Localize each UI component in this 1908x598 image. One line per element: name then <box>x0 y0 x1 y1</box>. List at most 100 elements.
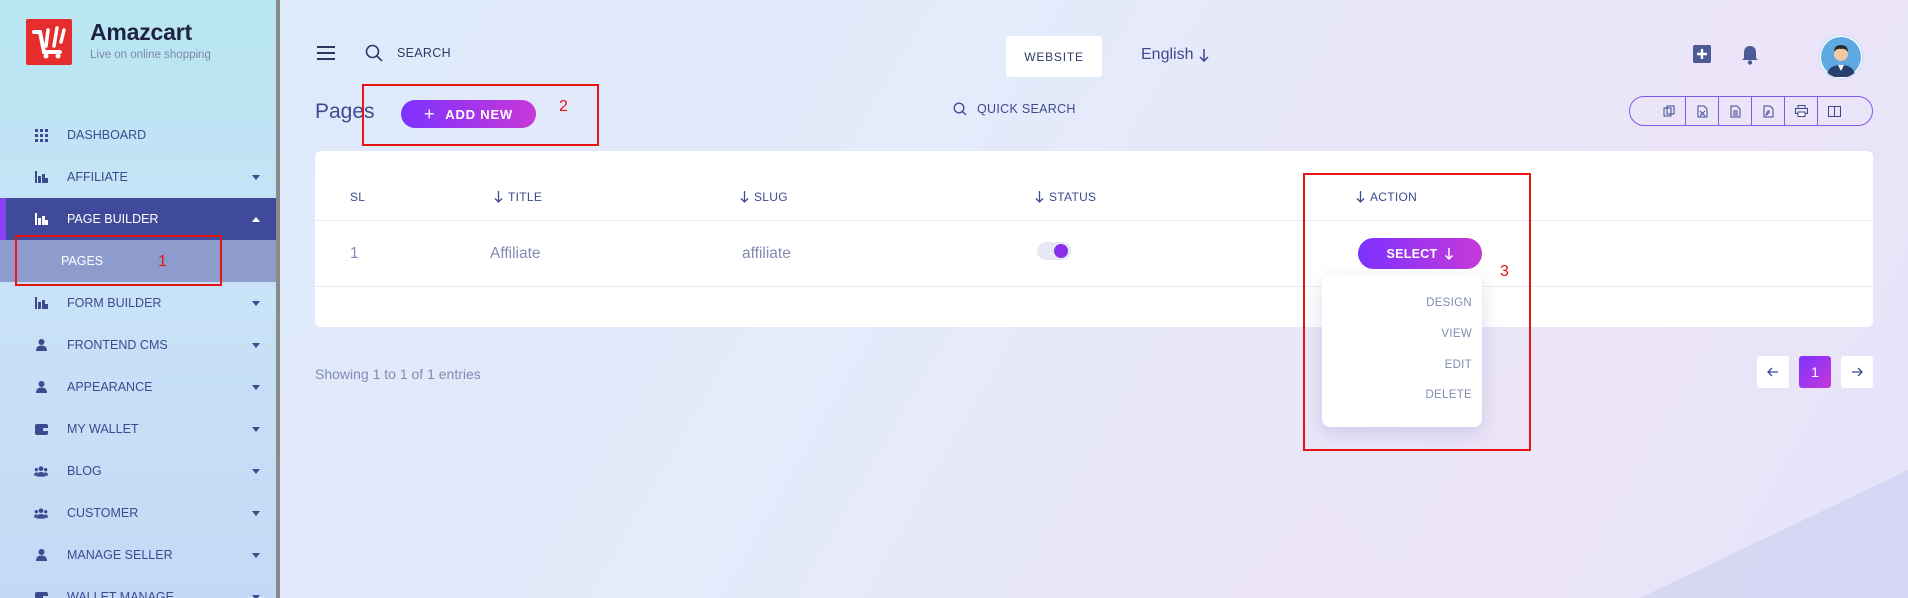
sidebar-item-label: BLOG <box>67 464 102 478</box>
csv-icon[interactable] <box>1718 97 1751 125</box>
caret-down-icon <box>252 511 260 516</box>
brand-name: Amazcart <box>90 19 192 45</box>
caret-down-icon <box>252 343 260 348</box>
language-label: English <box>1141 46 1194 63</box>
user-icon <box>34 548 48 562</box>
pagination-next-button[interactable] <box>1841 356 1873 388</box>
status-toggle[interactable] <box>1037 242 1071 260</box>
search-icon <box>953 102 967 116</box>
amazcart-logo <box>26 19 72 65</box>
caret-down-icon <box>252 469 260 474</box>
sidebar-item-blog[interactable]: BLOG <box>0 450 276 492</box>
column-header-slug[interactable]: SLUG <box>740 190 788 204</box>
sidebar-item-label: DASHBOARD <box>67 128 147 142</box>
quick-search-label: QUICK SEARCH <box>977 102 1076 116</box>
annotation-number-3: 3 <box>1500 263 1509 280</box>
sidebar-item-label: APPEARANCE <box>67 380 153 394</box>
sidebar-item-affiliate[interactable]: AFFILIATE <box>0 156 276 198</box>
sort-arrow-icon <box>494 191 503 203</box>
caret-down-icon <box>252 301 260 306</box>
sidebar-item-my-wallet[interactable]: MY WALLET <box>0 408 276 450</box>
columns-icon[interactable] <box>1817 97 1850 125</box>
cell-sl: 1 <box>350 245 359 262</box>
arrow-left-icon <box>1767 367 1778 377</box>
pagination-page-1[interactable]: 1 <box>1799 356 1831 388</box>
column-header-status[interactable]: STATUS <box>1035 190 1096 204</box>
pagination-prev-button[interactable] <box>1757 356 1789 388</box>
caret-down-icon <box>252 175 260 180</box>
brand[interactable]: Amazcart Live on online shopping <box>26 19 211 65</box>
column-header-label: SL <box>350 190 366 204</box>
sidebar-item-appearance[interactable]: APPEARANCE <box>0 366 276 408</box>
sidebar-item-label: MY WALLET <box>67 422 139 436</box>
search-icon <box>365 44 383 62</box>
language-selector[interactable]: English <box>1141 46 1210 64</box>
sidebar-item-page-builder[interactable]: PAGE BUILDER <box>0 198 276 240</box>
users-icon <box>34 506 48 520</box>
excel-icon[interactable] <box>1685 97 1718 125</box>
arrow-down-icon <box>1199 48 1210 62</box>
annotation-box-1 <box>15 235 222 286</box>
sidebar-menu: DASHBOARD AFFILIATE PAGE BUILDER PAGES F… <box>0 114 276 598</box>
pdf-icon[interactable] <box>1751 97 1784 125</box>
sidebar-item-label: CUSTOMER <box>67 506 139 520</box>
table-divider <box>315 286 1873 287</box>
column-header-title[interactable]: TITLE <box>494 190 542 204</box>
sidebar-item-label: MANAGE SELLER <box>67 548 173 562</box>
sidebar-item-label: PAGE BUILDER <box>67 212 159 226</box>
sidebar-item-wallet-manage[interactable]: WALLET MANAGE <box>0 576 276 598</box>
sidebar-item-customer[interactable]: CUSTOMER <box>0 492 276 534</box>
caret-down-icon <box>252 553 260 558</box>
table-divider <box>315 220 1873 221</box>
sidebar-item-dashboard[interactable]: DASHBOARD <box>0 114 276 156</box>
sidebar-item-label: FORM BUILDER <box>67 296 162 310</box>
arrow-right-icon <box>1852 367 1863 377</box>
annotation-number-1: 1 <box>158 253 167 270</box>
sort-arrow-icon <box>740 191 749 203</box>
user-icon <box>34 338 48 352</box>
quick-search[interactable]: QUICK SEARCH <box>953 102 1076 116</box>
entries-info: Showing 1 to 1 of 1 entries <box>315 366 481 382</box>
brand-tagline: Live on online shopping <box>90 49 211 61</box>
menu-toggle-icon[interactable] <box>317 46 335 64</box>
column-header-label: TITLE <box>508 190 543 204</box>
cell-slug: affiliate <box>742 245 791 262</box>
website-button[interactable]: WEBSITE <box>1006 36 1102 77</box>
chart-icon <box>34 212 48 226</box>
annotation-number-2: 2 <box>559 98 568 115</box>
user-icon <box>34 380 48 394</box>
column-header-label: STATUS <box>1049 190 1097 204</box>
users-icon <box>34 464 48 478</box>
column-header-sl[interactable]: SL <box>350 190 365 204</box>
table-card <box>315 151 1873 327</box>
caret-down-icon <box>252 385 260 390</box>
cell-title: Affiliate <box>490 245 541 262</box>
wallet-icon <box>34 590 48 598</box>
decorative-shape <box>1640 470 1908 598</box>
export-toolbar <box>1629 96 1873 126</box>
add-square-icon[interactable] <box>1693 45 1711 68</box>
annotation-box-3 <box>1303 173 1531 451</box>
toggle-knob <box>1054 244 1068 258</box>
column-header-label: SLUG <box>754 190 788 204</box>
print-icon[interactable] <box>1784 97 1817 125</box>
chart-icon <box>34 296 48 310</box>
sidebar-item-label: FRONTEND CMS <box>67 338 168 352</box>
chart-icon <box>34 170 48 184</box>
wallet-icon <box>34 422 48 436</box>
sidebar-item-label: AFFILIATE <box>67 170 128 184</box>
bell-icon[interactable] <box>1741 45 1759 70</box>
sidebar-item-form-builder[interactable]: FORM BUILDER <box>0 282 276 324</box>
decorative-shape <box>1220 500 1420 598</box>
caret-down-icon <box>252 427 260 432</box>
header-search[interactable]: SEARCH <box>365 44 451 62</box>
sort-arrow-icon <box>1035 191 1044 203</box>
grid-icon <box>34 128 48 142</box>
sidebar-item-frontend-cms[interactable]: FRONTEND CMS <box>0 324 276 366</box>
sidebar: Amazcart Live on online shopping DASHBOA… <box>0 0 280 598</box>
copy-icon[interactable] <box>1652 97 1685 125</box>
caret-up-icon <box>252 217 260 222</box>
sidebar-item-manage-seller[interactable]: MANAGE SELLER <box>0 534 276 576</box>
search-label: SEARCH <box>397 46 451 60</box>
avatar[interactable] <box>1818 34 1864 80</box>
